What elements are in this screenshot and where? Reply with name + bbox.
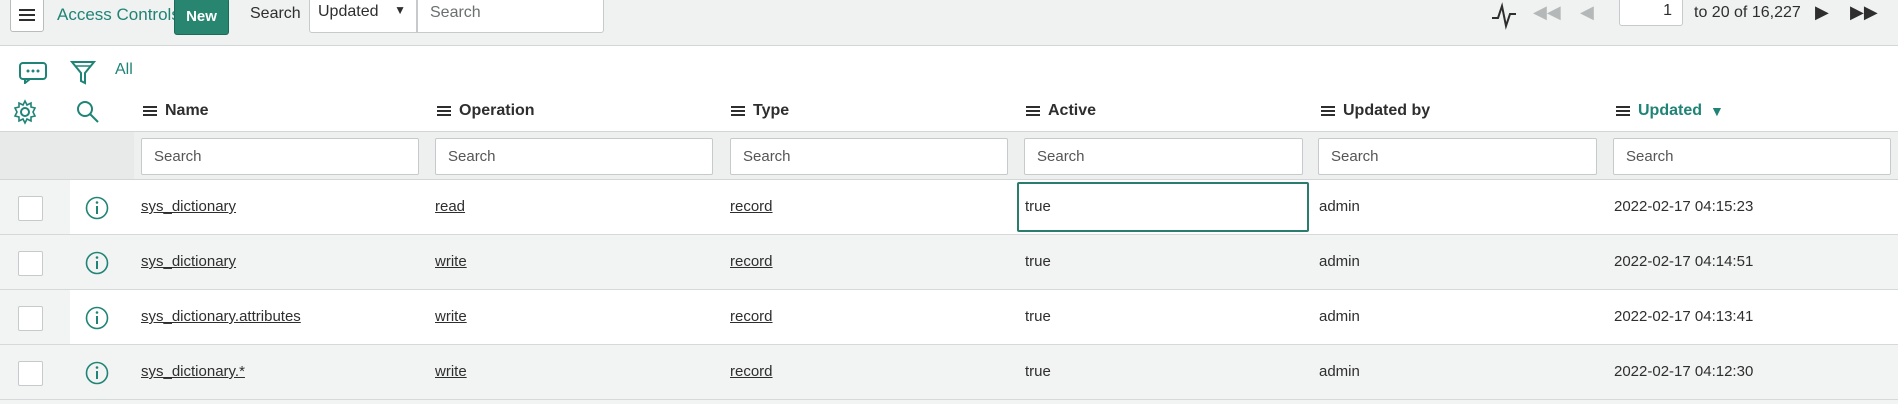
cell-active[interactable]: true (1025, 198, 1051, 215)
column-search-input[interactable]: Search (1024, 138, 1303, 175)
table-row[interactable]: sys_dictionary.* write record true admin… (0, 345, 1898, 400)
column-search-input[interactable]: Search (141, 138, 419, 175)
cell-name[interactable]: sys_dictionary.attributes (141, 308, 301, 325)
cell-name[interactable]: sys_dictionary.* (141, 363, 245, 380)
cell-updated-by[interactable]: admin (1319, 253, 1360, 270)
row-checkbox[interactable] (18, 306, 43, 331)
info-icon[interactable] (85, 361, 109, 385)
row-checkbox[interactable] (18, 361, 43, 386)
cell-operation[interactable]: read (435, 198, 465, 215)
cell-operation[interactable]: write (435, 363, 467, 380)
cell-active[interactable]: true (1025, 308, 1051, 325)
table-bottom-edge (0, 400, 1898, 404)
column-search-input[interactable]: Search (1318, 138, 1597, 175)
filter-all-link[interactable]: All (115, 61, 133, 79)
cell-type[interactable]: record (730, 363, 773, 380)
column-menu-icon[interactable] (437, 104, 451, 118)
cell-name[interactable]: sys_dictionary (141, 253, 236, 270)
cell-updated[interactable]: 2022-02-17 04:12:30 (1614, 363, 1753, 380)
activity-icon[interactable] (1490, 2, 1518, 30)
column-header-type[interactable]: Type (731, 102, 789, 120)
search-field-value: Updated (318, 3, 379, 20)
column-header-updated-by[interactable]: Updated by (1321, 102, 1430, 120)
cell-updated-by[interactable]: admin (1319, 308, 1360, 325)
column-header-active[interactable]: Active (1026, 102, 1096, 120)
cell-type[interactable]: record (730, 308, 773, 325)
chevron-down-icon: ▼ (394, 3, 406, 17)
cell-updated[interactable]: 2022-02-17 04:14:51 (1614, 253, 1753, 270)
menu-button[interactable] (10, 0, 44, 32)
cell-active[interactable]: true (1025, 253, 1051, 270)
new-button[interactable]: New (174, 0, 229, 35)
last-page-icon[interactable]: ▶▶ (1850, 2, 1878, 23)
column-menu-icon[interactable] (1026, 104, 1040, 118)
column-header-operation[interactable]: Operation (437, 102, 535, 120)
column-search-input[interactable]: Search (435, 138, 713, 175)
cell-active[interactable]: true (1025, 363, 1051, 380)
column-search-input[interactable]: Search (730, 138, 1008, 175)
filter-icon[interactable] (70, 60, 96, 86)
table-row[interactable]: sys_dictionary.attributes write record t… (0, 290, 1898, 345)
list-toolbar: Access Controls New Search Updated ▼ Sea… (0, 0, 1898, 46)
cell-updated-by[interactable]: admin (1319, 363, 1360, 380)
column-menu-icon[interactable] (731, 104, 745, 118)
cell-name[interactable]: sys_dictionary (141, 198, 236, 215)
cell-operation[interactable]: write (435, 253, 467, 270)
table-row[interactable]: sys_dictionary read record true admin 20… (0, 180, 1898, 235)
cell-operation[interactable]: write (435, 308, 467, 325)
row-checkbox[interactable] (18, 251, 43, 276)
cell-type[interactable]: record (730, 253, 773, 270)
column-menu-icon[interactable] (1616, 104, 1630, 118)
search-label: Search (250, 5, 301, 22)
list-title[interactable]: Access Controls (57, 5, 180, 25)
info-icon[interactable] (85, 251, 109, 275)
column-search-row: Search Search Search Search Search Searc… (0, 131, 1898, 180)
row-checkbox[interactable] (18, 196, 43, 221)
page-range-text: to 20 of 16,227 (1694, 4, 1801, 21)
column-header-updated[interactable]: Updated ▼ (1616, 102, 1724, 120)
cell-updated[interactable]: 2022-02-17 04:13:41 (1614, 308, 1753, 325)
column-menu-icon[interactable] (1321, 104, 1335, 118)
cell-updated[interactable]: 2022-02-17 04:15:23 (1614, 198, 1753, 215)
info-icon[interactable] (85, 196, 109, 220)
cell-focus-outline[interactable] (1017, 182, 1309, 232)
comments-icon[interactable] (19, 62, 47, 84)
info-icon[interactable] (85, 306, 109, 330)
cell-updated-by[interactable]: admin (1319, 198, 1360, 215)
gear-icon[interactable] (12, 99, 38, 125)
prev-page-icon[interactable]: ◀ (1580, 2, 1594, 23)
next-page-icon[interactable]: ▶ (1815, 2, 1829, 23)
column-search-input[interactable]: Search (1613, 138, 1891, 175)
column-header-name[interactable]: Name (143, 102, 209, 120)
menu-icon (19, 9, 35, 21)
column-menu-icon[interactable] (143, 104, 157, 118)
table-row[interactable]: sys_dictionary write record true admin 2… (0, 235, 1898, 290)
search-row-spacer (0, 132, 134, 179)
first-page-icon[interactable]: ◀◀ (1533, 2, 1561, 23)
list-search-input[interactable]: Search (417, 0, 604, 33)
page-number-input[interactable]: 1 (1619, 0, 1683, 26)
search-field-select[interactable]: Updated ▼ (309, 0, 417, 33)
cell-type[interactable]: record (730, 198, 773, 215)
search-icon[interactable] (76, 100, 100, 124)
sort-desc-icon: ▼ (1710, 103, 1724, 119)
